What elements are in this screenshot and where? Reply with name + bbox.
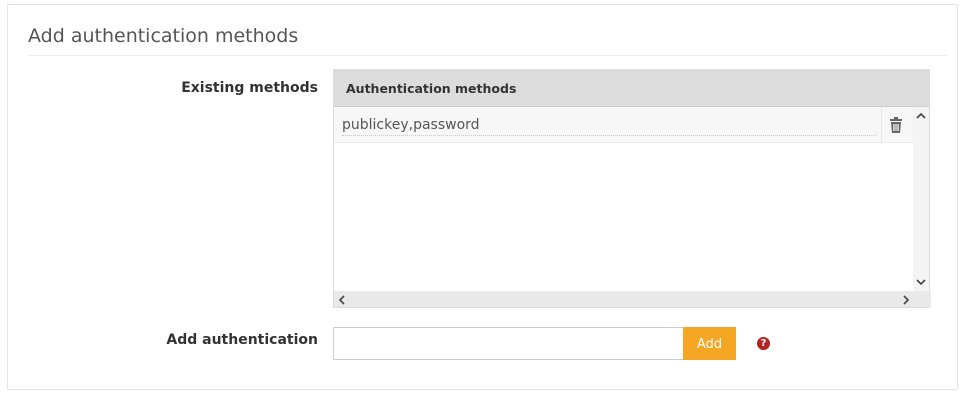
grid-body: publickey,password (334, 107, 914, 291)
add-authentication-input[interactable] (333, 327, 684, 360)
table-row[interactable]: publickey,password (334, 107, 914, 143)
scroll-right-icon[interactable] (902, 295, 910, 305)
cell-divider (881, 107, 882, 143)
existing-methods-label: Existing methods (181, 80, 318, 96)
question-circle-icon[interactable]: ? (757, 337, 770, 350)
column-header-auth-methods[interactable]: Authentication methods (346, 81, 516, 96)
title-divider (28, 55, 947, 56)
panel-title: Add authentication methods (28, 25, 299, 47)
vertical-scrollbar[interactable] (913, 107, 929, 291)
scroll-left-icon[interactable] (338, 295, 346, 305)
trash-icon[interactable] (889, 117, 903, 133)
auth-methods-grid: Authentication methods publickey,passwor… (333, 69, 931, 308)
auth-method-cell[interactable]: publickey,password (342, 114, 876, 136)
horizontal-scrollbar[interactable] (334, 291, 931, 307)
add-button[interactable]: Add (683, 327, 736, 360)
scroll-down-icon[interactable] (916, 278, 926, 286)
add-authentication-label: Add authentication (166, 332, 318, 348)
grid-header: Authentication methods (334, 70, 929, 107)
scroll-up-icon[interactable] (916, 112, 926, 120)
